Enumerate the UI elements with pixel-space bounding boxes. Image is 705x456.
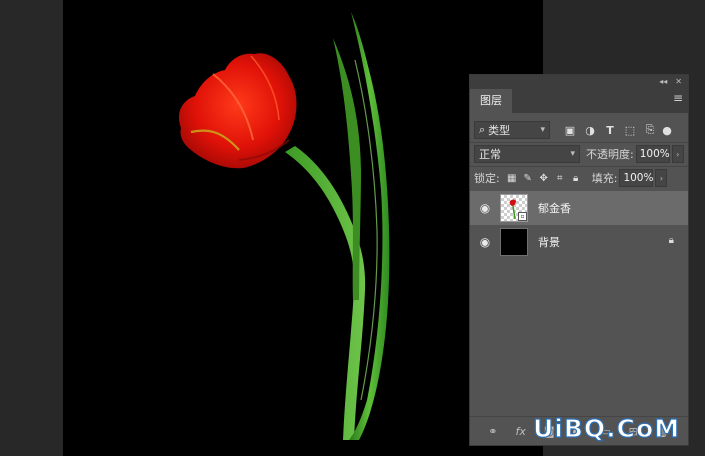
add-style-icon[interactable]: fx (515, 425, 525, 438)
fill-dropdown-icon[interactable]: › (655, 169, 668, 187)
smart-object-filter-icon[interactable]: ⎘ (640, 121, 660, 139)
fill-label: 填充: (591, 172, 618, 185)
blend-row: 正常 ▾ 不透明度: 100% › (474, 144, 684, 164)
type-filter-icon[interactable]: T (600, 121, 620, 139)
tulip-flower (178, 53, 297, 169)
tab-layers[interactable]: 图层 (470, 89, 512, 113)
lock-artboard-icon[interactable]: ⌗ (552, 170, 568, 186)
kind-filter-label: 类型 (488, 124, 511, 137)
blend-mode-value: 正常 (479, 148, 501, 161)
opacity-input[interactable]: 100% (635, 145, 670, 163)
visibility-eye-icon[interactable]: ◉ (470, 235, 500, 249)
panel-tabs: 图层 ≡ (470, 87, 688, 113)
filter-toggle-icon[interactable]: ● (660, 121, 674, 139)
black-thumbnail (500, 228, 528, 256)
link-layers-icon[interactable]: ⚭ (488, 425, 497, 438)
panel-menu-icon[interactable]: ≡ (672, 92, 684, 104)
opacity-dropdown-icon[interactable]: › (671, 145, 684, 163)
smart-object-badge-icon: ▫ (518, 212, 527, 221)
tulip-thumbnail: ▫ (500, 194, 528, 222)
search-icon: ⌕ (479, 123, 486, 136)
layer-row-tulip[interactable]: ◉ ▫ 郁金香 (470, 191, 688, 225)
opacity-label: 不透明度: (586, 148, 634, 161)
lock-image-pixels-icon[interactable]: ✎ (520, 170, 536, 186)
lock-row: 锁定: ▦ ✎ ✥ ⌗ 🔒︎ 填充: 100% › (474, 168, 684, 188)
visibility-eye-icon[interactable]: ◉ (470, 201, 500, 215)
panel-titlebar: ◂◂ ✕ (470, 75, 688, 87)
shape-filter-icon[interactable]: ⬚ (620, 121, 640, 139)
lock-position-icon[interactable]: ✥ (536, 170, 552, 186)
fill-input[interactable]: 100% (619, 169, 653, 187)
workspace-left-gutter (0, 0, 63, 456)
divider (470, 142, 688, 143)
site-watermark: UiBQ.CoM (532, 413, 681, 443)
lock-transparent-pixels-icon[interactable]: ▦ (504, 170, 520, 186)
blend-mode-select[interactable]: 正常 ▾ (474, 145, 580, 163)
chevron-down-icon: ▾ (540, 125, 545, 135)
layer-list: ◉ ▫ 郁金香 ◉ 背景 🔒︎ (470, 191, 688, 259)
layer-name[interactable]: 郁金香 (538, 200, 571, 216)
image-filter-icon[interactable]: ▣ (560, 121, 580, 139)
filter-row: ⌕ 类型 ▾ ▣ ◑ T ⬚ ⎘ ● (474, 120, 684, 140)
layer-name[interactable]: 背景 (538, 234, 560, 250)
layer-kind-filter[interactable]: ⌕ 类型 ▾ (474, 121, 550, 139)
tulip-leaf-left (333, 38, 361, 300)
layers-panel: ◂◂ ✕ 图层 ≡ ⌕ 类型 ▾ ▣ ◑ T ⬚ ⎘ ● 正常 ▾ 不透明度: … (469, 74, 689, 446)
lock-icon[interactable]: 🔒︎ (669, 235, 674, 246)
chevron-down-icon: ▾ (570, 149, 575, 159)
collapse-icon[interactable]: ◂◂ (659, 77, 667, 86)
divider (470, 166, 688, 167)
lock-all-icon[interactable]: 🔒︎ (568, 170, 584, 186)
close-icon[interactable]: ✕ (675, 77, 682, 86)
layer-row-background[interactable]: ◉ 背景 🔒︎ (470, 225, 688, 259)
adjustment-filter-icon[interactable]: ◑ (580, 121, 600, 139)
lock-label: 锁定: (474, 172, 500, 185)
